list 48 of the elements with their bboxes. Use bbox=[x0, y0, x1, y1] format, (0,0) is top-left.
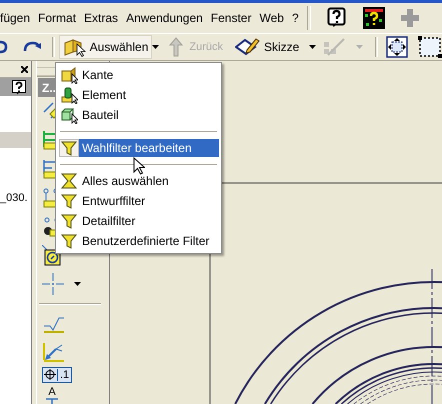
box-cursor-icon bbox=[62, 37, 87, 57]
funnel-icon bbox=[60, 192, 78, 210]
caret-icon[interactable] bbox=[152, 45, 160, 49]
menu-item[interactable]: Alles auswählen bbox=[79, 172, 219, 190]
tolerance-frame-tool[interactable]: .1 bbox=[42, 366, 72, 383]
menu-item[interactable]: fügen bbox=[0, 11, 34, 25]
pencil-sheet-icon bbox=[235, 37, 261, 57]
menu-item[interactable]: Element bbox=[79, 86, 219, 104]
sketch-button[interactable]: Skizze bbox=[231, 35, 304, 59]
funnel-icon bbox=[60, 139, 78, 157]
position-symbol-icon bbox=[43, 368, 57, 382]
datum-symbol-tool[interactable]: A bbox=[42, 387, 62, 404]
help-icon[interactable] bbox=[12, 80, 27, 94]
caret-icon[interactable] bbox=[309, 45, 316, 49]
funnel-icon bbox=[60, 212, 78, 230]
center-mark-icon[interactable] bbox=[42, 273, 64, 296]
up-arrow-icon bbox=[169, 37, 184, 57]
menu-item[interactable]: Benutzerdefinierte Filter bbox=[79, 232, 219, 250]
menu-item[interactable]: Entwurffilter bbox=[79, 192, 219, 210]
edge-select-icon bbox=[60, 66, 78, 84]
menu-item[interactable]: Anwendungen bbox=[122, 11, 207, 25]
select-button[interactable]: Auswählen bbox=[58, 35, 152, 59]
tree-item-label[interactable]: _030. bbox=[0, 192, 28, 204]
menu-item[interactable]: Format bbox=[34, 11, 80, 25]
menu-item[interactable]: Detailfilter bbox=[79, 212, 219, 230]
caret-icon[interactable] bbox=[74, 282, 81, 286]
grid-help-icon[interactable] bbox=[362, 7, 385, 29]
menu-item[interactable]: Fenster bbox=[206, 11, 256, 25]
menu-item[interactable]: Bauteil bbox=[79, 106, 219, 124]
mouse-pointer-icon bbox=[133, 157, 145, 175]
menu-item[interactable]: Extras bbox=[80, 11, 122, 25]
menu-item[interactable]: Web bbox=[255, 11, 288, 25]
datum-triangle-icon bbox=[44, 398, 60, 404]
caret-icon bbox=[356, 45, 364, 49]
leader-arrow-icon[interactable] bbox=[42, 341, 64, 364]
part-select-icon bbox=[60, 106, 78, 124]
undo-icon[interactable] bbox=[0, 39, 8, 55]
menu-item[interactable]: Kante bbox=[79, 66, 219, 84]
help-icon[interactable] bbox=[326, 7, 347, 29]
menu-item[interactable]: Wahlfilter bearbeiten bbox=[79, 139, 219, 157]
zoom-all-icon[interactable] bbox=[386, 36, 408, 58]
funnel-icon bbox=[60, 232, 78, 250]
hourglass-funnel-icon bbox=[60, 172, 78, 190]
feature-select-icon bbox=[60, 86, 78, 104]
menu-item[interactable]: ? bbox=[288, 11, 303, 25]
disabled-line-tool-icon bbox=[324, 37, 346, 57]
zoom-window-icon[interactable] bbox=[418, 36, 442, 58]
close-icon[interactable] bbox=[21, 66, 28, 72]
